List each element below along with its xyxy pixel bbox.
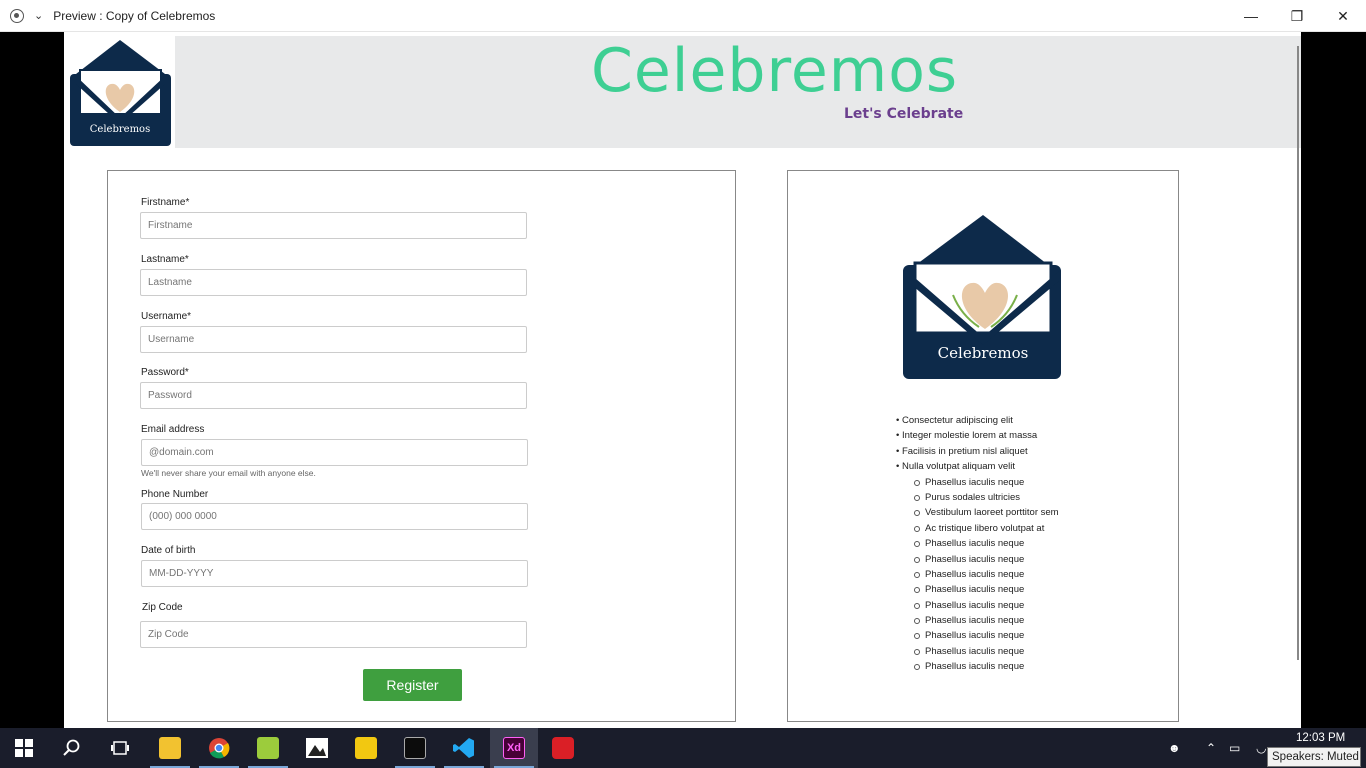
chrome-icon[interactable]	[195, 728, 243, 768]
file-explorer-icon[interactable]	[146, 728, 194, 768]
search-icon[interactable]	[48, 728, 96, 768]
clock[interactable]: 12:03 PM	[1296, 732, 1345, 744]
sub-list-item: Ac tristique libero volutpat at	[896, 521, 1059, 536]
window-titlebar: ⌄ Preview : Copy of Celebremos — ❐ ✕	[0, 0, 1366, 32]
password-label: Password*	[141, 367, 189, 378]
email-help-text: We'll never share your email with anyone…	[141, 468, 316, 478]
sub-list-item: Phasellus iaculis neque	[896, 536, 1059, 551]
adobe-xd-icon[interactable]: Xd	[490, 728, 538, 768]
taskbar: Xd ☻ ⌃ ▭ ◡ 12:03 PM	[0, 728, 1366, 768]
battery-icon[interactable]: ▭	[1229, 728, 1240, 768]
sub-list-item: Purus sodales ultricies	[896, 490, 1059, 505]
window-title: Preview : Copy of Celebremos	[53, 8, 216, 23]
sub-list-item: Phasellus iaculis neque	[896, 598, 1059, 613]
people-icon[interactable]: ☻	[1168, 728, 1181, 768]
username-input[interactable]	[140, 326, 527, 353]
start-icon[interactable]	[0, 728, 48, 768]
dob-label: Date of birth	[141, 545, 196, 556]
volume-tooltip: Speakers: Muted	[1267, 747, 1361, 767]
sub-list-item: Phasellus iaculis neque	[896, 659, 1059, 674]
sub-list-item: Phasellus iaculis neque	[896, 567, 1059, 582]
zip-input[interactable]	[140, 621, 527, 648]
photos-icon[interactable]	[293, 728, 341, 768]
email-label: Email address	[141, 424, 205, 435]
notepad-plus-icon[interactable]	[244, 728, 292, 768]
dob-input[interactable]	[141, 560, 528, 587]
sub-list-item: Vestibulum laoreet porttitor sem	[896, 505, 1059, 520]
username-label: Username*	[141, 311, 192, 322]
close-button[interactable]: ✕	[1320, 0, 1366, 32]
sub-list-item: Phasellus iaculis neque	[896, 582, 1059, 597]
vertical-scrollbar[interactable]	[1297, 46, 1299, 660]
creative-cloud-icon[interactable]	[539, 728, 587, 768]
celebremos-logo: Celebremos	[70, 40, 171, 146]
register-button[interactable]: Register	[363, 669, 462, 701]
list-item: • Consectetur adipiscing elit	[896, 415, 1013, 426]
sub-list-item: Phasellus iaculis neque	[896, 613, 1059, 628]
vscode-icon[interactable]	[440, 728, 488, 768]
sub-list-item: Phasellus iaculis neque	[896, 628, 1059, 643]
app-record-icon[interactable]	[10, 8, 24, 23]
preview-canvas: Celebremos Celebremos Let's Celebrate Fi…	[64, 32, 1301, 728]
list-item: • Integer molestie lorem at massa	[896, 430, 1038, 442]
minimize-button[interactable]: —	[1228, 0, 1274, 32]
wifi-icon[interactable]: ◡	[1256, 728, 1266, 768]
list-item: • Nulla volutpat aliquam velit	[896, 461, 1015, 473]
celebremos-logo-large: Celebremos	[903, 215, 1061, 379]
zip-label: Zip Code	[142, 602, 183, 613]
phone-input[interactable]	[141, 503, 528, 530]
logo-text-large: Celebremos	[938, 344, 1029, 362]
list-item: • Facilisis in pretium nisl aliquet	[896, 445, 1028, 457]
brand-title: Celebremos	[591, 36, 959, 106]
firstname-label: Firstname*	[141, 197, 190, 208]
chevron-down-icon[interactable]: ⌄	[34, 9, 43, 22]
sub-list-item: Phasellus iaculis neque	[896, 552, 1059, 567]
chevron-up-icon[interactable]: ⌃	[1206, 728, 1216, 768]
registration-form: Firstname* Lastname* Username* Password*…	[107, 170, 736, 722]
password-input[interactable]	[140, 382, 527, 409]
phone-label: Phone Number	[141, 489, 209, 500]
lastname-label: Lastname*	[141, 254, 189, 265]
sub-list-item: Phasellus iaculis neque	[896, 475, 1059, 490]
terminal-icon[interactable]	[391, 728, 439, 768]
brand-tagline: Let's Celebrate	[844, 106, 964, 122]
feature-list: • Consectetur adipiscing elit • Integer …	[896, 413, 1059, 675]
firstname-input[interactable]	[140, 212, 527, 239]
lastname-input[interactable]	[140, 269, 527, 296]
power-bi-icon[interactable]	[342, 728, 390, 768]
email-input[interactable]	[141, 439, 528, 466]
task-view-icon[interactable]	[96, 728, 144, 768]
logo-text: Celebremos	[90, 124, 150, 135]
info-panel: Celebremos • Consectetur adipiscing elit…	[787, 170, 1179, 722]
window-controls: — ❐ ✕	[1228, 0, 1366, 32]
sub-list-item: Phasellus iaculis neque	[896, 644, 1059, 659]
restore-button[interactable]: ❐	[1274, 0, 1320, 32]
